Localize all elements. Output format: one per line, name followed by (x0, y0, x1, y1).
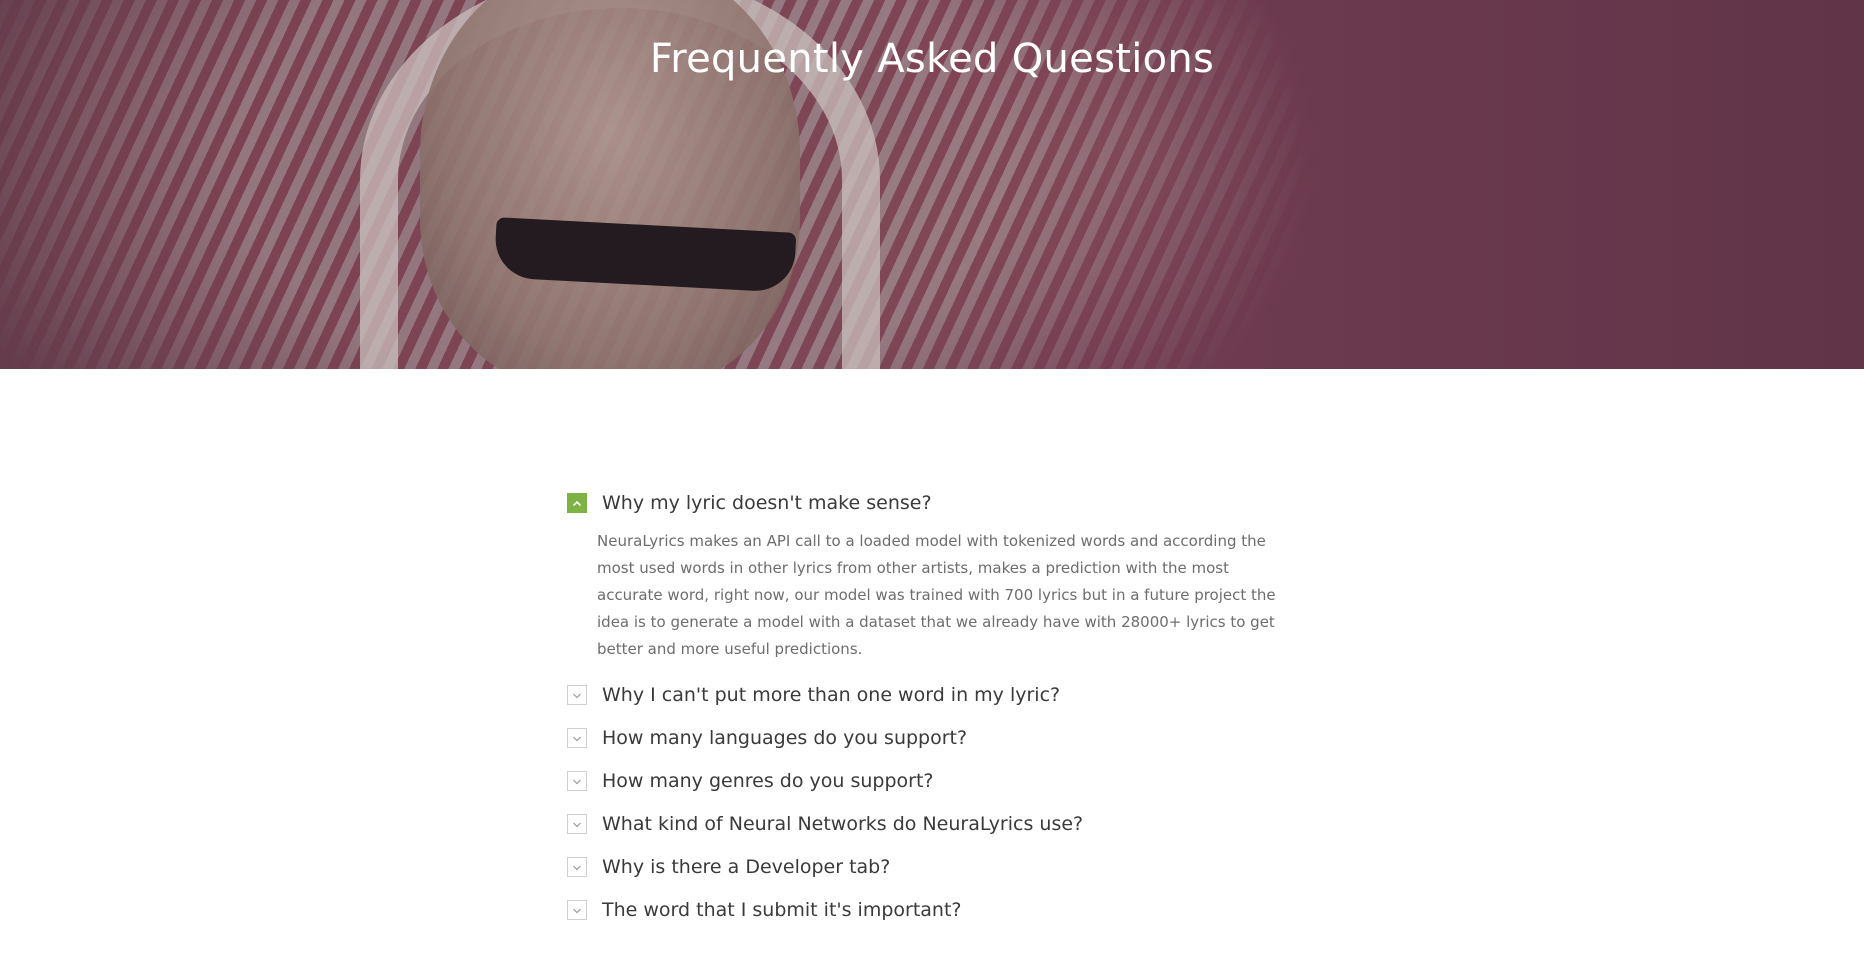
hero-banner: Frequently Asked Questions (0, 0, 1864, 369)
faq-question: What kind of Neural Networks do NeuraLyr… (602, 813, 1084, 835)
faq-question-toggle[interactable]: How many genres do you support? (567, 766, 1287, 796)
faq-question-toggle[interactable]: What kind of Neural Networks do NeuraLyr… (567, 809, 1287, 839)
faq-question: How many genres do you support? (602, 770, 934, 792)
faq-item: How many genres do you support? (567, 766, 1287, 796)
faq-item: Why I can't put more than one word in my… (567, 680, 1287, 710)
chevron-down-icon[interactable] (567, 814, 587, 834)
chevron-down-icon[interactable] (567, 771, 587, 791)
faq-item: Why is there a Developer tab? (567, 852, 1287, 882)
chevron-up-icon[interactable] (567, 493, 587, 513)
faq-answer: NeuraLyrics makes an API call to a loade… (597, 532, 1276, 658)
faq-item: How many languages do you support? (567, 723, 1287, 753)
chevron-down-icon[interactable] (567, 900, 587, 920)
chevron-down-icon[interactable] (567, 685, 587, 705)
faq-item: What kind of Neural Networks do NeuraLyr… (567, 809, 1287, 839)
chevron-down-icon[interactable] (567, 728, 587, 748)
faq-question: Why my lyric doesn't make sense? (602, 492, 932, 514)
faq-question: How many languages do you support? (602, 727, 968, 749)
faq-accordion: Why my lyric doesn't make sense? NeuraLy… (567, 488, 1287, 938)
faq-question-toggle[interactable]: Why I can't put more than one word in my… (567, 680, 1287, 710)
faq-question-toggle[interactable]: Why is there a Developer tab? (567, 852, 1287, 882)
faq-item: The word that I submit it's important? (567, 895, 1287, 925)
faq-question-toggle[interactable]: Why my lyric doesn't make sense? (567, 488, 1287, 518)
faq-question-toggle[interactable]: How many languages do you support? (567, 723, 1287, 753)
faq-item: Why my lyric doesn't make sense? NeuraLy… (567, 488, 1287, 663)
page-title: Frequently Asked Questions (649, 36, 1215, 82)
faq-question: Why is there a Developer tab? (602, 856, 891, 878)
faq-question-toggle[interactable]: The word that I submit it's important? (567, 895, 1287, 925)
faq-question: The word that I submit it's important? (602, 899, 962, 921)
chevron-down-icon[interactable] (567, 857, 587, 877)
faq-question: Why I can't put more than one word in my… (602, 684, 1061, 706)
